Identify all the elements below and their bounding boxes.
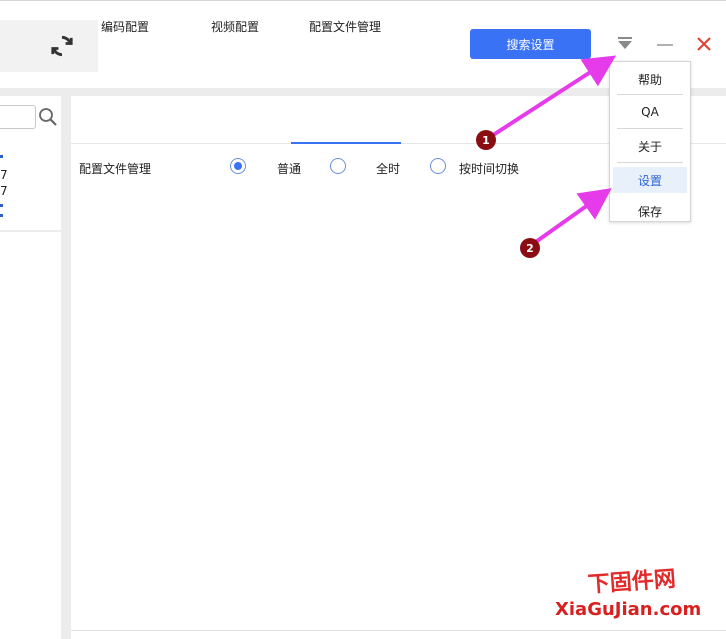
- tab-config-file-management[interactable]: 配置文件管理: [309, 18, 381, 35]
- radio-time-switch-label[interactable]: 按时间切换: [459, 160, 519, 177]
- menu-separator: [617, 128, 683, 129]
- left-search-input[interactable]: [0, 105, 36, 129]
- dropdown-menu: 帮助 QA 关于 设置 保存: [609, 61, 691, 222]
- menu-item-settings[interactable]: 设置: [613, 167, 687, 193]
- search-icon[interactable]: [38, 107, 58, 127]
- annotation-badge: 2: [520, 238, 540, 258]
- svg-text:下固件网: 下固件网: [587, 567, 677, 598]
- menu-item-about[interactable]: 关于: [610, 133, 690, 159]
- left-list-item[interactable]: 7: [0, 184, 8, 198]
- dropdown-triangle-icon[interactable]: [616, 37, 634, 51]
- radio-normal[interactable]: [230, 158, 246, 174]
- annotation-badge: 1: [476, 130, 496, 150]
- menu-item-save[interactable]: 保存: [610, 198, 690, 224]
- radio-normal-label[interactable]: 普通: [277, 160, 301, 177]
- menu-separator: [617, 94, 683, 95]
- list-marker: [0, 155, 3, 158]
- menu-separator: [617, 162, 683, 163]
- radio-full-time-label[interactable]: 全时: [376, 160, 400, 177]
- tab-video-config[interactable]: 视频配置: [211, 18, 259, 35]
- close-icon[interactable]: [696, 36, 712, 52]
- tab-encoding-config[interactable]: 编码配置: [101, 18, 149, 35]
- minimize-icon[interactable]: [657, 44, 673, 46]
- radio-time-switch[interactable]: [430, 158, 446, 174]
- radio-full-time[interactable]: [330, 158, 346, 174]
- config-file-management-label: 配置文件管理: [79, 162, 152, 176]
- search-settings-button[interactable]: 搜索设置: [470, 29, 591, 59]
- active-tab-indicator: [291, 142, 401, 144]
- refresh-icon[interactable]: [49, 33, 75, 59]
- list-marker: [0, 204, 3, 207]
- menu-item-help[interactable]: 帮助: [610, 66, 690, 92]
- list-marker: [0, 214, 3, 217]
- left-panel-lower: [0, 232, 61, 639]
- svg-text:XiaGuJian.com: XiaGuJian.com: [555, 599, 701, 620]
- left-list-item[interactable]: 7: [0, 168, 8, 182]
- watermark-logo: 下固件网 XiaGuJian.com: [555, 567, 701, 620]
- main-bottom-divider: [71, 630, 726, 631]
- menu-item-qa[interactable]: QA: [610, 99, 690, 125]
